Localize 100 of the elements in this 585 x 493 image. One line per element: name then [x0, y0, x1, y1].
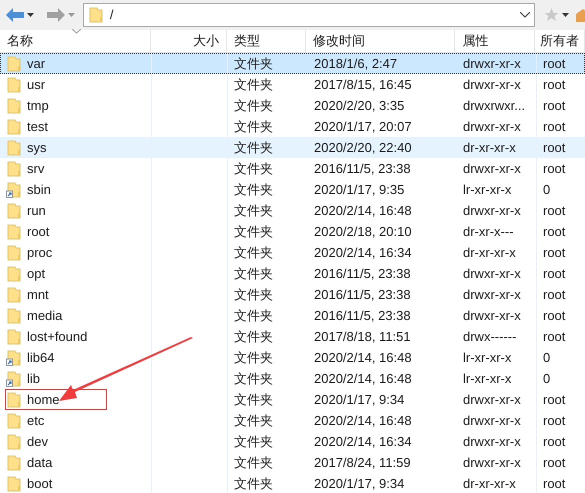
file-type: 文件夹 — [234, 266, 273, 281]
file-row[interactable]: tmp 文件夹 2020/2/20, 3:35 drwxrwxr... root — [0, 95, 585, 116]
modified-time: 2016/11/5, 23:38 — [314, 266, 411, 281]
file-name: dev — [27, 432, 48, 451]
file-row[interactable]: opt 文件夹 2016/11/5, 23:38 drwxr-xr-x root — [0, 263, 585, 284]
modified-time: 2017/8/18, 11:51 — [314, 328, 411, 344]
attributes-text: drwx------ — [463, 328, 516, 346]
file-row[interactable]: sbin 文件夹 2020/1/17, 9:35 lr-xr-xr-x 0 — [0, 179, 585, 200]
file-name: srv — [27, 160, 44, 178]
column-header-cell[interactable]: 属性 — [455, 30, 535, 52]
file-row[interactable]: lost+found 文件夹 2017/8/18, 11:51 drwx------ root — [0, 326, 585, 347]
attributes-text: drwxr-xr-x — [463, 160, 521, 178]
file-row[interactable]: lib 文件夹 2020/2/14, 16:48 lr-xr-xr-x 0 — [0, 368, 585, 389]
modified-time: 2020/2/14, 16:48 — [314, 202, 412, 218]
star-icon[interactable] — [544, 8, 560, 22]
modified-time: 2017/8/24, 11:59 — [314, 454, 411, 470]
owner-text: root — [543, 118, 566, 134]
file-row[interactable]: usr 文件夹 2017/8/15, 16:45 drwxr-xr-x root — [0, 74, 585, 95]
file-name: lib — [27, 370, 40, 388]
file-row[interactable]: data 文件夹 2017/8/24, 11:59 drwxr-xr-x root — [0, 452, 585, 473]
file-name: etc — [27, 412, 44, 430]
modified-time: 2016/11/5, 23:38 — [314, 286, 411, 302]
owner-text: 0 — [543, 350, 550, 365]
attributes-text: lr-xr-xr-x — [463, 370, 512, 388]
file-row[interactable]: sys 文件夹 2020/2/20, 22:40 dr-xr-xr-x root — [0, 137, 585, 158]
file-type: 文件夹 — [234, 434, 273, 449]
file-row[interactable]: media 文件夹 2016/11/5, 23:38 drwxr-xr-x root — [0, 305, 585, 326]
file-row[interactable]: srv 文件夹 2016/11/5, 23:38 drwxr-xr-x root — [0, 158, 585, 179]
attributes-text: drwxr-xr-x — [463, 76, 521, 94]
file-row[interactable]: root 文件夹 2020/2/18, 20:10 dr-xr-x--- root — [0, 221, 585, 242]
attributes-text: drwxr-xr-x — [463, 454, 521, 472]
file-name: opt — [27, 264, 46, 283]
modified-time: 2020/2/20, 22:40 — [314, 140, 412, 155]
modified-time: 2020/1/17, 9:34 — [314, 476, 404, 491]
column-header-cell[interactable]: 类型 — [227, 30, 306, 52]
owner-text: root — [543, 476, 566, 491]
file-row[interactable]: proc 文件夹 2020/2/14, 16:34 dr-xr-xr-x root — [0, 242, 585, 263]
modified-time: 2017/8/15, 16:45 — [314, 76, 412, 92]
file-type: 文件夹 — [234, 392, 273, 407]
owner-text: root — [543, 412, 566, 428]
owner-text: root — [543, 98, 566, 113]
file-name: root — [27, 222, 50, 241]
modified-time: 2016/11/5, 23:38 — [314, 308, 411, 323]
caret-icon[interactable] — [26, 13, 34, 17]
modified-time: 2020/2/18, 20:10 — [314, 224, 412, 239]
file-name: tmp — [27, 96, 49, 115]
modified-time: 2020/1/17, 9:34 — [314, 392, 404, 407]
owner-text: root — [543, 140, 566, 155]
file-name: data — [27, 454, 52, 472]
chevron-down-icon[interactable] — [520, 12, 530, 18]
attributes-text: dr-xr-xr-x — [463, 138, 516, 157]
file-row[interactable]: etc 文件夹 2020/2/14, 16:48 drwxr-xr-x root — [0, 410, 585, 431]
folder-icon — [88, 7, 104, 23]
column-header-cell[interactable]: 大小 — [151, 30, 228, 52]
owner-text: 0 — [543, 182, 550, 197]
file-name: sbin — [27, 180, 51, 199]
modified-time: 2020/1/17, 9:35 — [314, 182, 404, 197]
owner-text: root — [543, 56, 566, 71]
modified-time: 2020/2/14, 16:48 — [314, 350, 412, 365]
file-name: test — [27, 118, 48, 136]
owner-text: root — [543, 392, 566, 407]
column-header-cell[interactable]: 所有者 — [535, 30, 585, 52]
home-icon[interactable] — [576, 8, 585, 22]
modified-time: 2020/2/14, 16:34 — [314, 244, 412, 260]
file-row[interactable]: mnt 文件夹 2016/11/5, 23:38 drwxr-xr-x root — [0, 284, 585, 305]
attributes-text: lr-xr-xr-x — [463, 348, 512, 367]
file-name: mnt — [27, 286, 49, 304]
file-type: 文件夹 — [234, 182, 273, 197]
file-row[interactable]: dev 文件夹 2020/2/14, 16:34 drwxr-xr-x root — [0, 431, 585, 452]
attributes-text: drwxr-xr-x — [463, 264, 521, 283]
file-row[interactable]: var 文件夹 2018/1/6, 2:47 drwxr-xr-x root — [0, 53, 585, 74]
file-type: 文件夹 — [234, 76, 273, 92]
file-type: 文件夹 — [234, 350, 273, 365]
attributes-text: drwxr-xr-x — [463, 54, 521, 73]
column-header-cell[interactable]: 名称 — [0, 30, 152, 52]
file-row[interactable]: run 文件夹 2020/2/14, 16:48 drwxr-xr-x root — [0, 200, 585, 221]
attributes-text: drwxrwxr... — [463, 96, 526, 115]
attributes-text: dr-xr-x--- — [463, 222, 514, 241]
attributes-text: drwxr-xr-x — [463, 202, 521, 220]
address-field[interactable]: / — [82, 3, 536, 27]
attributes-text: drwxr-xr-x — [463, 390, 521, 409]
forward-arrow-icon[interactable] — [46, 8, 65, 22]
file-type: 文件夹 — [234, 454, 273, 470]
column-header-cell[interactable]: 修改时间 — [306, 30, 456, 52]
owner-text: 0 — [543, 370, 550, 386]
owner-text: root — [543, 286, 566, 302]
file-type: 文件夹 — [234, 98, 273, 113]
owner-text: root — [543, 224, 566, 239]
file-row[interactable]: lib64 文件夹 2020/2/14, 16:48 lr-xr-xr-x 0 — [0, 347, 585, 368]
modified-time: 2018/1/6, 2:47 — [314, 56, 398, 71]
file-row[interactable]: boot 文件夹 2020/1/17, 9:34 dr-xr-xr-x root — [0, 473, 585, 493]
file-name: var — [27, 54, 46, 73]
owner-text: root — [543, 266, 566, 281]
file-type: 文件夹 — [234, 286, 273, 302]
file-row[interactable]: home 文件夹 2020/1/17, 9:34 drwxr-xr-x root — [0, 389, 585, 410]
file-type: 文件夹 — [234, 224, 273, 239]
attributes-text: dr-xr-xr-x — [463, 474, 516, 493]
file-name: media — [27, 306, 62, 325]
file-type: 文件夹 — [234, 140, 273, 155]
caret-icon[interactable] — [562, 13, 570, 17]
